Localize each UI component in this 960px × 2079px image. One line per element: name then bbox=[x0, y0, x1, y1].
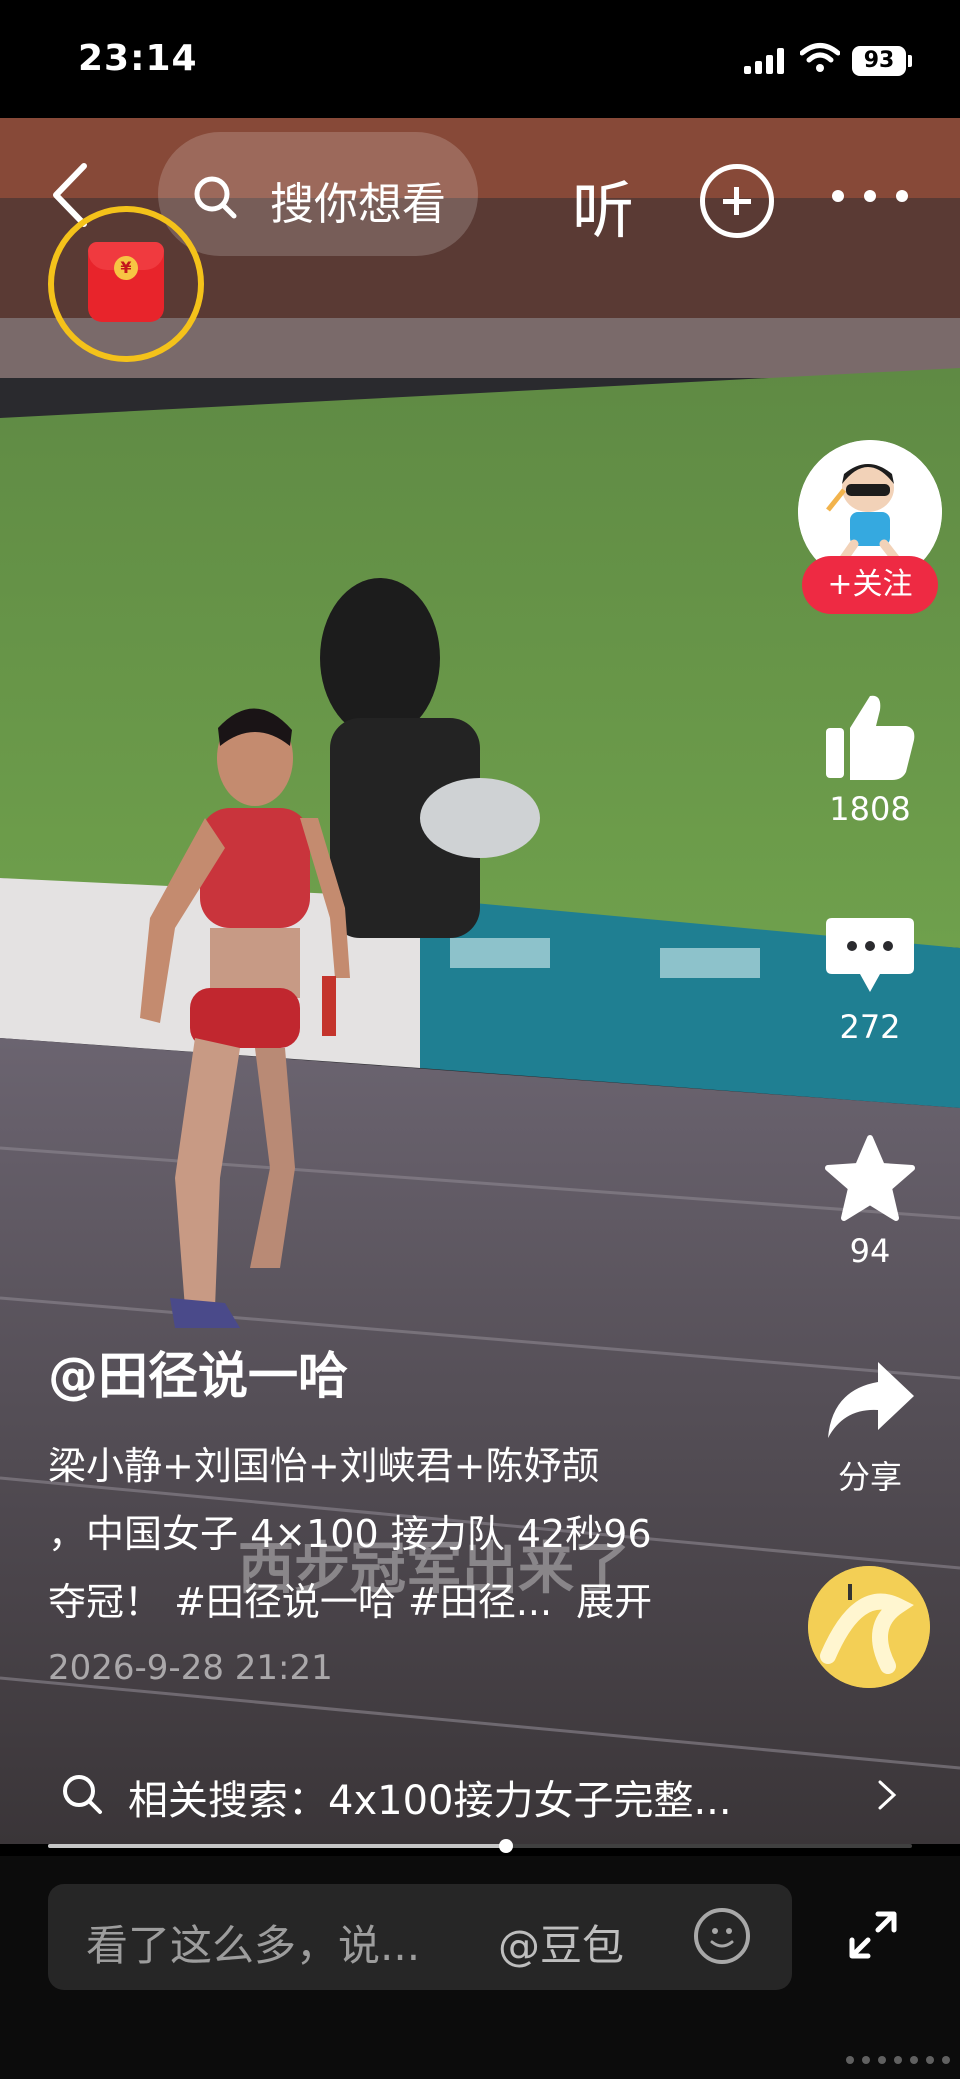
star-icon bbox=[825, 1135, 915, 1221]
search-bar[interactable]: 搜你想看 bbox=[158, 132, 478, 256]
search-placeholder: 搜你想看 bbox=[270, 179, 446, 230]
like-icon bbox=[826, 695, 915, 780]
fullscreen-icon[interactable] bbox=[848, 1910, 898, 1960]
caption-line-1: 梁小静+刘国怡+刘峡君+陈妤颉 bbox=[48, 1444, 600, 1488]
signal-icon bbox=[744, 48, 786, 74]
video-progress-knob[interactable] bbox=[498, 1839, 513, 1853]
mention-doubao-button[interactable]: @豆包 bbox=[498, 1912, 624, 1973]
add-icon[interactable] bbox=[700, 164, 774, 238]
search-icon bbox=[194, 176, 237, 219]
battery-cap bbox=[908, 55, 912, 67]
author-handle[interactable]: @田径说一哈 bbox=[48, 1336, 348, 1408]
music-disc-icon[interactable] bbox=[808, 1566, 930, 1688]
caption-line-2: ，中国女子 4×100 接力队 42秒96 bbox=[48, 1512, 652, 1556]
search-icon bbox=[63, 1775, 102, 1814]
emoji-icon[interactable] bbox=[694, 1908, 750, 1964]
comment-placeholder: 看了这么多，说... bbox=[86, 1921, 421, 1970]
share-label: 分享 bbox=[837, 1458, 902, 1496]
share-icon bbox=[828, 1362, 914, 1438]
post-date: 2026-9-28 21:21 bbox=[48, 1648, 333, 1688]
favorite-button[interactable]: 94 bbox=[800, 1134, 940, 1270]
comment-count: 272 bbox=[839, 1008, 901, 1046]
video-caption: 梁小静+刘国怡+刘峡君+陈妤颉 ，中国女子 4×100 接力队 42秒96 夺冠… bbox=[48, 1432, 748, 1636]
more-icon[interactable] bbox=[832, 190, 908, 204]
like-button[interactable]: 1808 bbox=[800, 688, 940, 828]
status-bar: 23:14 93 bbox=[0, 0, 960, 118]
share-button[interactable]: 分享 bbox=[800, 1356, 940, 1498]
red-packet-icon[interactable]: ¥ bbox=[48, 206, 204, 362]
comment-input[interactable]: 看了这么多，说... @豆包 bbox=[48, 1884, 792, 1990]
battery-level: 93 bbox=[852, 46, 906, 76]
video-progress-fill bbox=[48, 1844, 506, 1848]
bottom-bar: 看了这么多，说... @豆包 bbox=[0, 1856, 960, 2079]
chevron-right-icon bbox=[878, 1780, 897, 1810]
expand-button[interactable]: 展开 bbox=[576, 1580, 652, 1624]
wifi-icon bbox=[800, 43, 840, 72]
follow-button[interactable]: +关注 bbox=[802, 556, 938, 614]
related-search[interactable]: 相关搜索：4x100接力女子完整... bbox=[0, 1760, 960, 1830]
watermark-dots bbox=[846, 2056, 950, 2064]
related-search-text: 相关搜索：4x100接力女子完整... bbox=[128, 1778, 732, 1824]
comment-icon bbox=[826, 918, 914, 992]
comment-button[interactable]: 272 bbox=[800, 912, 940, 1046]
like-count: 1808 bbox=[829, 790, 911, 828]
video-progress-bar[interactable] bbox=[48, 1839, 912, 1853]
caption-line-3: 夺冠！ #田径说一哈 #田径... 展开 bbox=[48, 1568, 748, 1636]
favorite-count: 94 bbox=[849, 1232, 891, 1270]
caption-line-3-text[interactable]: 夺冠！ #田径说一哈 #田径... bbox=[48, 1580, 552, 1624]
listen-button[interactable]: 听 bbox=[572, 160, 634, 250]
status-time: 23:14 bbox=[78, 38, 198, 79]
